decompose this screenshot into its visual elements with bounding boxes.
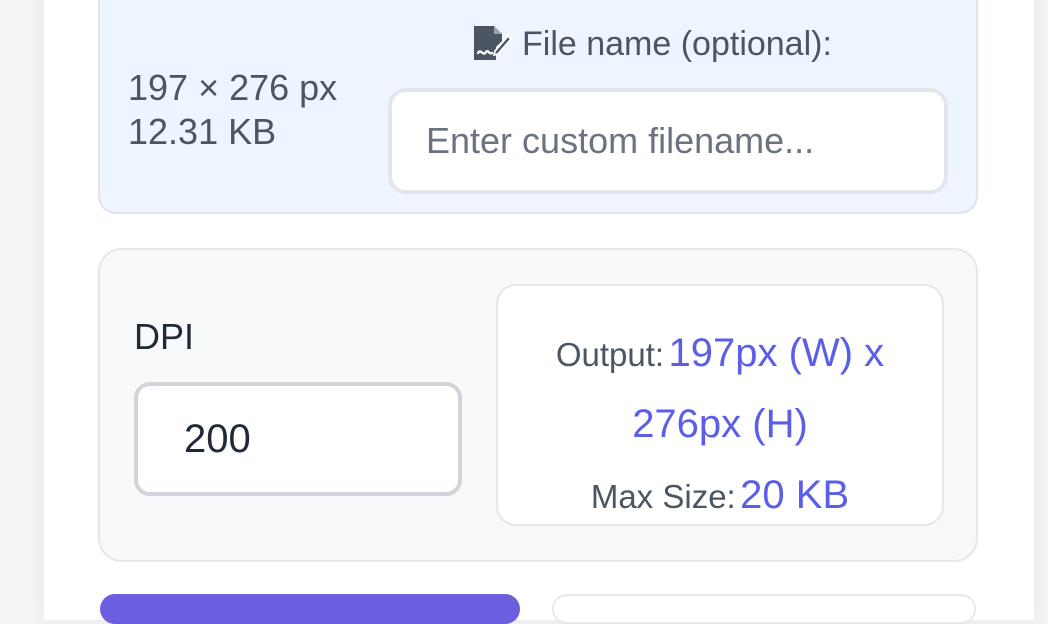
file-signature-icon <box>470 24 513 64</box>
output-dimensions-row: Output: 197px (W) x <box>498 322 942 393</box>
max-size-value: 20 KB <box>740 473 850 517</box>
filename-label: File name (optional): <box>470 22 832 66</box>
output-label: Output: <box>555 336 665 373</box>
max-size-row: Max Size: 20 KB <box>498 464 942 535</box>
filename-label-text: File name (optional): <box>522 24 832 63</box>
image-meta: 197 × 276 px 12.31 KB <box>128 66 337 154</box>
output-dimensions-width: 197px (W) x <box>668 331 885 375</box>
image-dimensions: 197 × 276 px <box>128 67 338 108</box>
filename-input[interactable] <box>388 88 948 194</box>
max-size-label: Max Size: <box>590 478 736 515</box>
image-file-size: 12.31 KB <box>128 111 277 152</box>
output-summary: Output: 197px (W) x 276px (H) Max Size: … <box>496 284 944 526</box>
dpi-input[interactable] <box>134 382 462 496</box>
output-dimensions-height: 276px (H) <box>632 402 808 446</box>
dpi-label: DPI <box>134 316 195 357</box>
output-dimensions-height-row: 276px (H) <box>498 393 942 464</box>
